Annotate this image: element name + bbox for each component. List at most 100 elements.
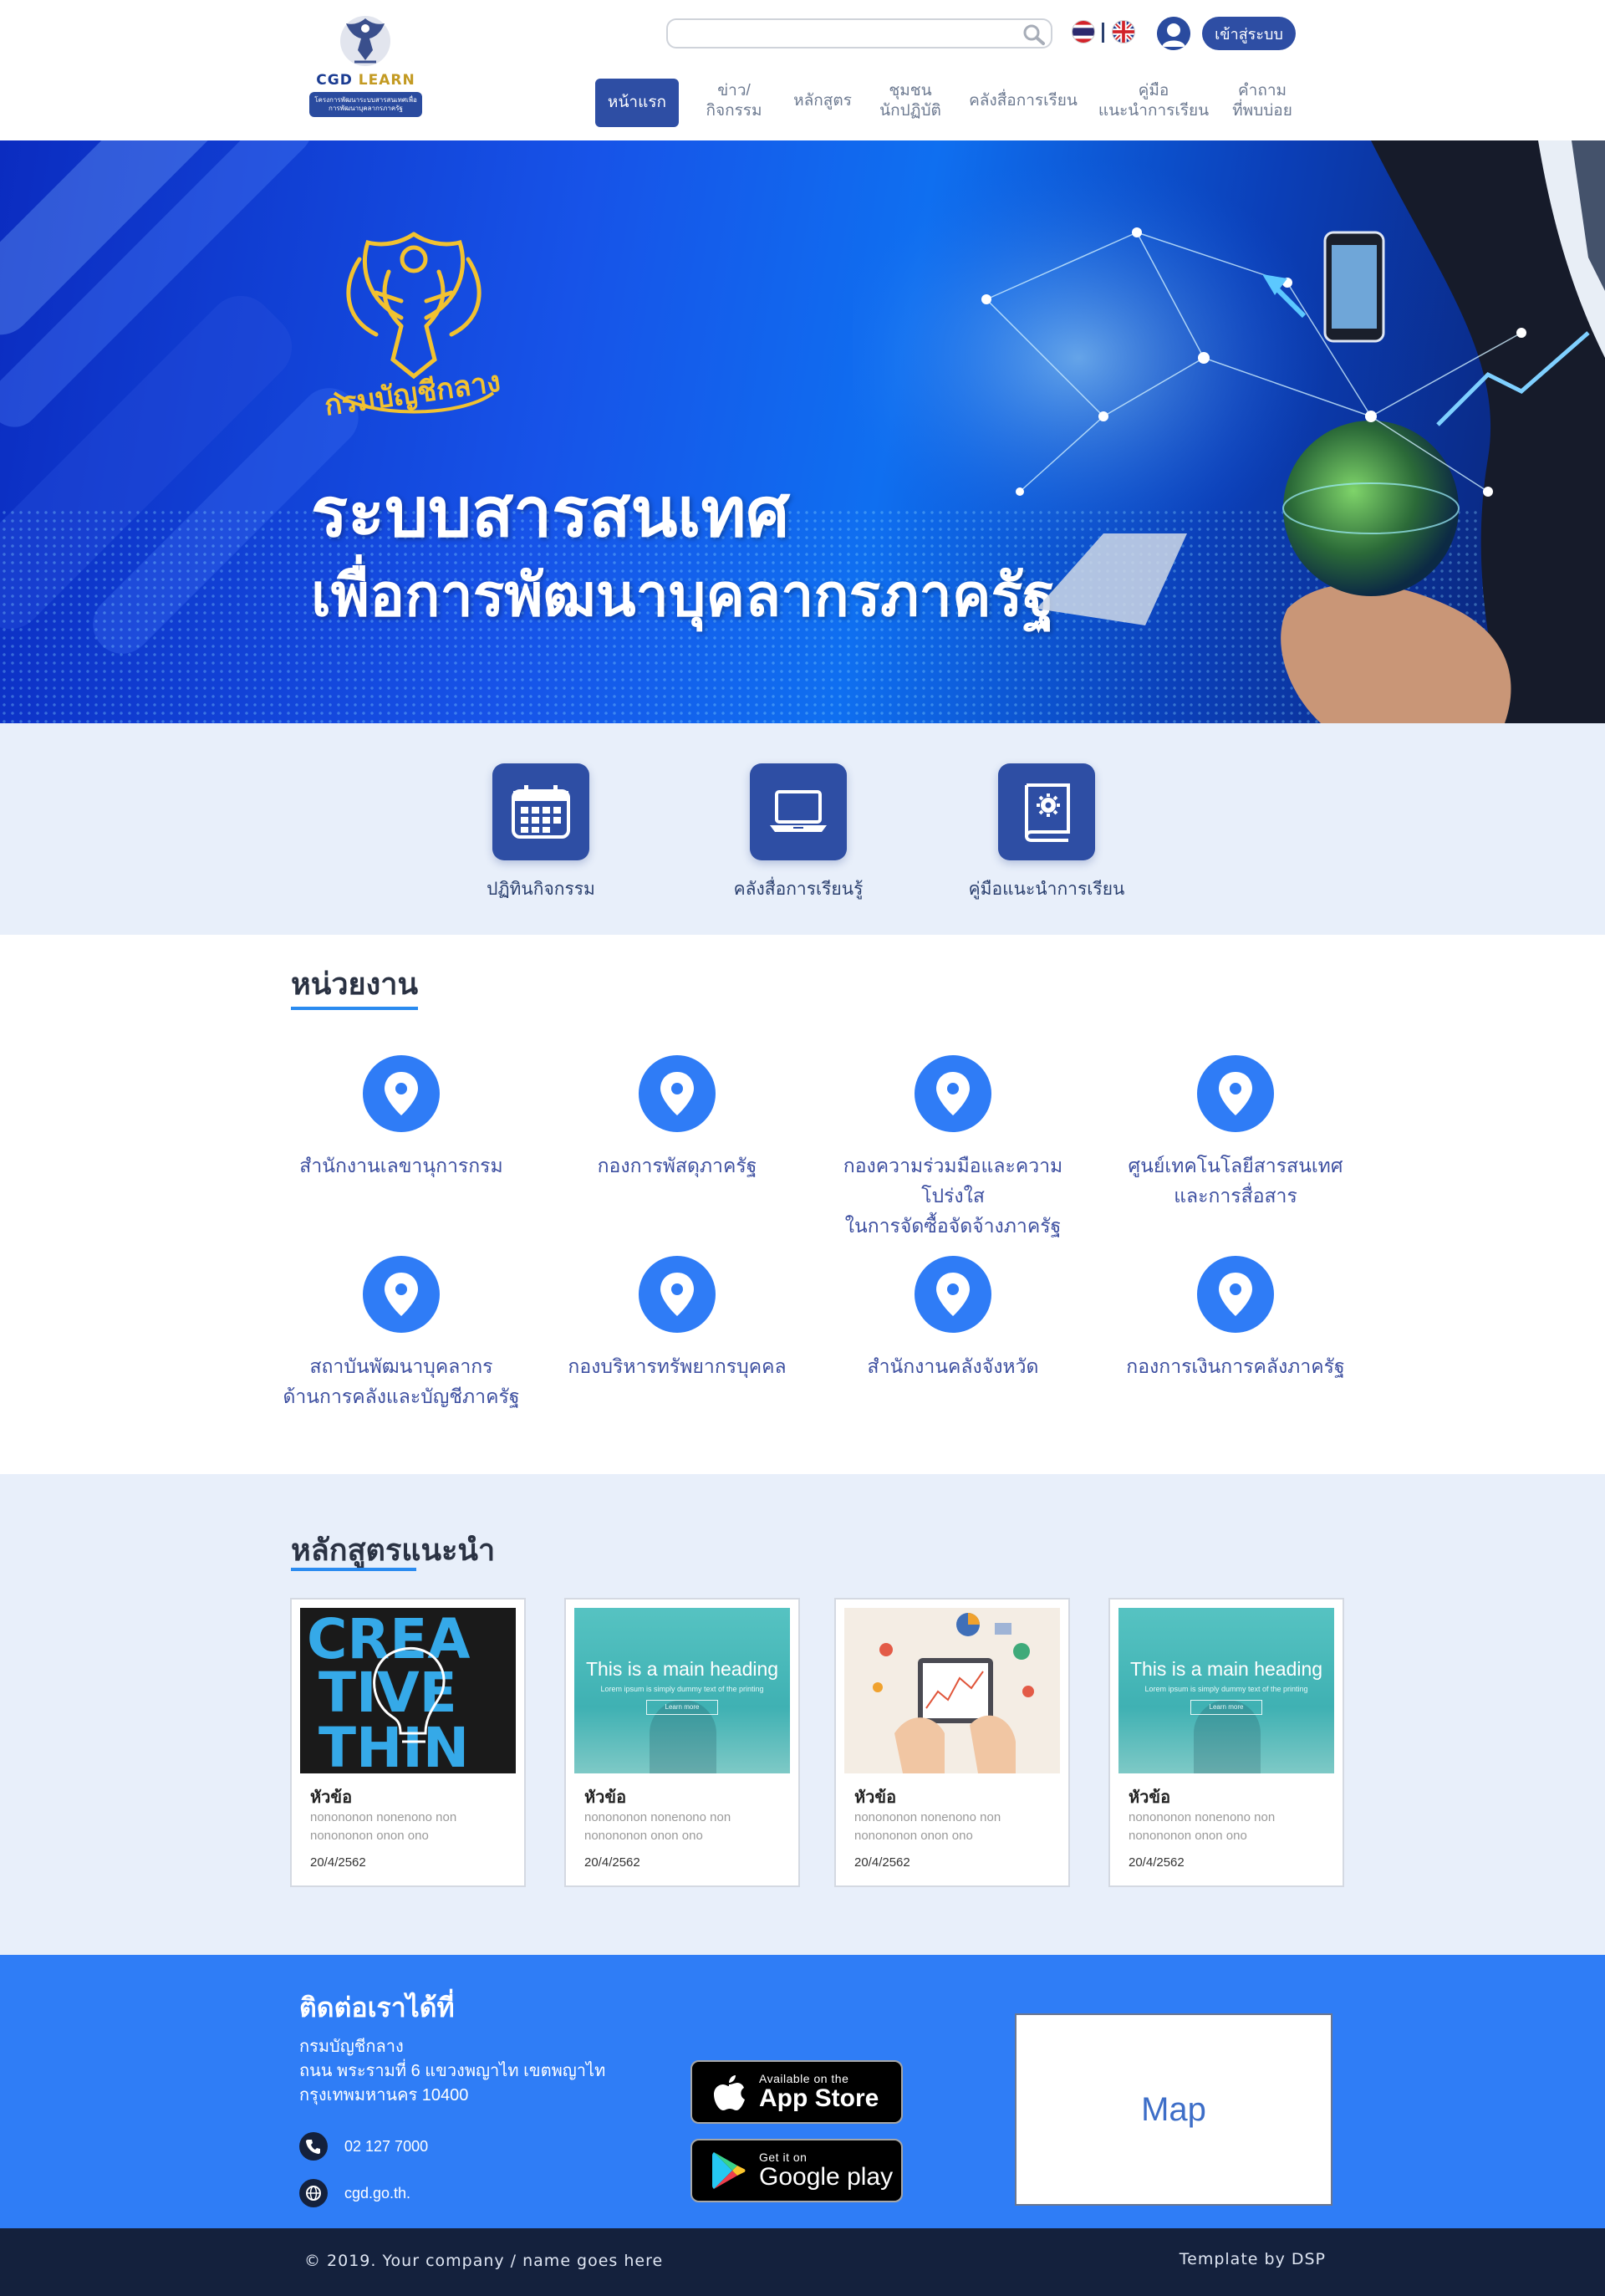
agency-item[interactable]: สำนักงานคลังจังหวัด — [819, 1256, 1087, 1381]
quick-link-manual[interactable]: คู่มือแนะนำการเรียน — [955, 763, 1139, 903]
thumb-learn-more-button[interactable]: Learn more — [646, 1700, 718, 1715]
quick-link-label: คลังสื่อการเรียนรู้ — [733, 880, 864, 899]
hero-technology-illustration — [853, 140, 1605, 723]
course-title: หัวข้อ — [584, 1788, 627, 1807]
google-play-badge[interactable]: Get it on Google play — [690, 2139, 903, 2202]
site-header: CGD LEARN โครงการพัฒนาระบบสารสนเทศเพื่อก… — [0, 0, 1605, 140]
calendar-icon — [512, 785, 570, 839]
logo-brand-a: CGD — [316, 72, 353, 89]
thumb-subheading: Lorem ipsum is simply dummy text of the … — [600, 1685, 764, 1693]
agency-name: กองความร่วมมือและความโปร่งใส ในการจัดซื้… — [843, 1155, 1063, 1237]
address-line: กรุงเทพมหานคร 10400 — [299, 2086, 469, 2105]
garuda-emblem-icon — [340, 16, 390, 66]
agency-item[interactable]: ศูนย์เทคโนโลยีสารสนเทศ และการสื่อสาร — [1102, 1055, 1369, 1211]
thumb-heading: This is a main heading — [1129, 1658, 1323, 1680]
googleplay-big-text: Google play — [759, 2163, 894, 2191]
course-title: หัวข้อ — [310, 1788, 353, 1807]
agency-item[interactable]: สำนักงานเลขานุการกรม — [268, 1055, 535, 1181]
agency-name: ศูนย์เทคโนโลยีสารสนเทศ และการสื่อสาร — [1128, 1155, 1343, 1207]
thai-flag-icon[interactable] — [1072, 20, 1095, 43]
thumb-learn-more-button[interactable]: Learn more — [1190, 1700, 1262, 1715]
login-button[interactable]: เข้าสู่ระบบ — [1202, 17, 1296, 50]
user-avatar-icon[interactable] — [1157, 17, 1190, 50]
agency-name: สำนักงานคลังจังหวัด — [867, 1355, 1039, 1377]
course-card[interactable]: CREA TIVE THIN หัวข้อ nonononon nonenono… — [290, 1598, 526, 1887]
nav-media-library[interactable]: คลังสื่อการเรียน — [961, 75, 1085, 127]
location-pin-icon — [915, 1055, 991, 1132]
course-description: nonononon nonenono non nonononon onon on… — [584, 1810, 731, 1843]
course-date: 20/4/2562 — [584, 1855, 640, 1870]
location-pin-icon — [363, 1256, 440, 1333]
contact-address: กรมบัญชีกลาง ถนน พระรามที่ 6 แขวงพญาไท เ… — [299, 2035, 605, 2108]
agency-item[interactable]: กองการพัสดุภาครัฐ — [543, 1055, 811, 1181]
course-thumbnail[interactable]: This is a main heading Lorem ipsum is si… — [574, 1608, 790, 1773]
calendar-tile[interactable] — [492, 763, 589, 860]
course-thumbnail[interactable] — [844, 1608, 1060, 1773]
nav-study-guide[interactable]: คู่มือ แนะนำการเรียน — [1095, 75, 1212, 127]
thumb-subheading: Lorem ipsum is simply dummy text of the … — [1144, 1685, 1308, 1693]
agency-item[interactable]: สถาบันพัฒนาบุคลากร ด้านการคลังและบัญชีภา… — [268, 1256, 535, 1411]
address-line: ถนน พระรามที่ 6 แขวงพญาไท เขตพญาไท — [299, 2062, 606, 2080]
agencies-section: หน่วยงาน สำนักงานเลขานุการกรม กองการพัสด… — [0, 935, 1605, 1474]
agency-name: กองบริหารทรัพยากรบุคคล — [568, 1355, 787, 1377]
app-store-badge[interactable]: Available on the App Store — [690, 2060, 903, 2124]
logo-brand-b: LEARN — [358, 72, 415, 89]
googleplay-small-text: Get it on — [759, 2151, 808, 2164]
course-description: nonononon nonenono non nonononon onon on… — [310, 1810, 457, 1843]
course-thumbnail[interactable]: CREA TIVE THIN — [300, 1608, 516, 1773]
location-pin-icon — [639, 1055, 716, 1132]
appstore-small-text: Available on the — [759, 2072, 849, 2085]
course-card[interactable]: This is a main heading Lorem ipsum is si… — [564, 1598, 800, 1887]
course-card[interactable]: This is a main heading Lorem ipsum is si… — [1108, 1598, 1344, 1887]
courses-title-underline — [291, 1568, 416, 1571]
courses-title: หลักสูตรแนะนำ — [291, 1533, 496, 1568]
quick-link-label: ปฏิทินกิจกรรม — [487, 880, 595, 899]
contact-phone[interactable]: 02 127 7000 — [299, 2132, 428, 2161]
agency-name: กองการพัสดุภาครัฐ — [597, 1155, 757, 1176]
creative-thinking-image: CREA TIVE THIN — [300, 1608, 516, 1773]
cgd-garuda-emblem-icon: กรมบัญชีกลาง — [323, 232, 502, 423]
contact-website[interactable]: cgd.go.th. — [299, 2179, 410, 2207]
location-pin-icon — [1197, 1256, 1274, 1333]
copyright-text: © 2019. Your company / name goes here — [304, 2252, 664, 2270]
phone-number: 02 127 7000 — [344, 2137, 429, 2155]
template-credit: Template by DSP — [1179, 2250, 1326, 2268]
location-pin-icon — [363, 1055, 440, 1132]
course-title: หัวข้อ — [1129, 1788, 1171, 1807]
nav-faq[interactable]: คำถาม ที่พบบ่อย — [1220, 75, 1304, 127]
course-thumbnail[interactable]: This is a main heading Lorem ipsum is si… — [1118, 1608, 1334, 1773]
quick-link-calendar[interactable]: ปฏิทินกิจกรรม — [449, 763, 633, 903]
thumb-heading: This is a main heading — [585, 1658, 779, 1680]
nav-home[interactable]: หน้าแรก — [595, 79, 679, 127]
course-description: nonononon nonenono non nonononon onon on… — [854, 1810, 1001, 1843]
laptop-icon — [770, 790, 827, 832]
media-tile[interactable] — [750, 763, 847, 860]
cgd-learn-logo[interactable]: CGD LEARN โครงการพัฒนาระบบสารสนเทศเพื่อก… — [309, 12, 422, 120]
agency-name: สถาบันพัฒนาบุคลากร ด้านการคลังและบัญชีภา… — [283, 1355, 520, 1407]
nav-news[interactable]: ข่าว/ กิจกรรม — [692, 75, 776, 127]
agencies-title: หน่วยงาน — [291, 967, 419, 1002]
apple-icon — [704, 2067, 754, 2117]
agency-item[interactable]: กองบริหารทรัพยากรบุคคล — [543, 1256, 811, 1381]
course-date: 20/4/2562 — [310, 1855, 366, 1870]
search-input[interactable] — [680, 20, 1014, 45]
quick-link-label: คู่มือแนะนำการเรียน — [968, 880, 1125, 899]
recommended-courses-section: หลักสูตรแนะนำ CREA TIVE THIN หัวข้อ nono… — [0, 1474, 1605, 1955]
agency-item[interactable]: กองการเงินการคลังภาครัฐ — [1102, 1256, 1369, 1381]
map-placeholder[interactable]: Map — [1015, 2013, 1332, 2206]
manual-tile[interactable] — [998, 763, 1095, 860]
copyright-bar: © 2019. Your company / name goes here Te… — [0, 2228, 1605, 2296]
nav-courses[interactable]: หลักสูตร — [781, 75, 864, 127]
quick-link-media[interactable]: คลังสื่อการเรียนรู้ — [706, 763, 890, 903]
agency-item[interactable]: กองความร่วมมือและความโปร่งใส ในการจัดซื้… — [819, 1055, 1087, 1241]
uk-flag-icon[interactable] — [1112, 20, 1135, 43]
contact-title: ติดต่อเราได้ที่ — [299, 1992, 455, 2023]
search-box[interactable] — [666, 18, 1052, 48]
search-icon[interactable] — [1021, 23, 1046, 46]
location-pin-icon — [1197, 1055, 1274, 1132]
manual-book-icon — [1024, 783, 1070, 842]
agency-name: กองการเงินการคลังภาครัฐ — [1126, 1355, 1345, 1377]
nav-community[interactable]: ชุมชน นักปฏิบัติ — [864, 75, 956, 127]
location-pin-icon — [639, 1256, 716, 1333]
course-card[interactable]: หัวข้อ nonononon nonenono non nonononon … — [834, 1598, 1070, 1887]
